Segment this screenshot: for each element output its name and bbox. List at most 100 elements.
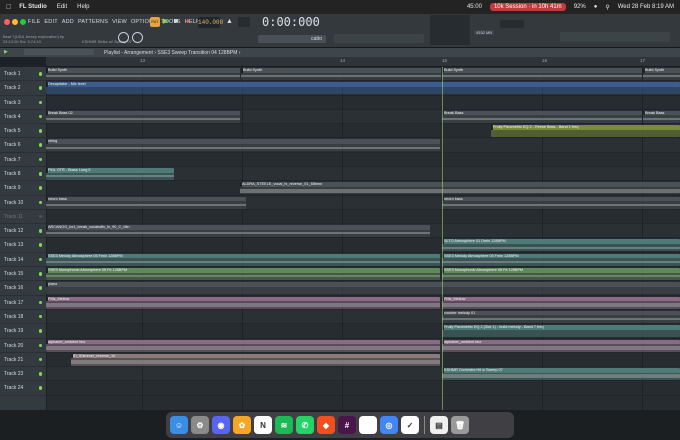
track-mute-led[interactable] — [38, 72, 42, 76]
track-mute-led[interactable] — [38, 272, 42, 276]
dock-spotify-icon[interactable]: ≋ — [275, 416, 293, 434]
timer-readout[interactable]: 45:00 — [467, 4, 482, 10]
dock-slack-icon[interactable]: # — [338, 416, 356, 434]
track-mute-led[interactable] — [38, 86, 42, 90]
playlist-clip[interactable]: alphabet_ambient blur — [46, 339, 440, 352]
track-mute-led[interactable] — [38, 214, 42, 219]
track-mute-led[interactable] — [38, 257, 42, 262]
track-header[interactable]: Track 16 — [0, 281, 46, 296]
playlist-clip[interactable]: ID_Shimmer_reverse_10 — [71, 353, 440, 366]
track-header[interactable]: Track 11 — [0, 210, 46, 225]
track-mute-led[interactable] — [38, 186, 42, 190]
playlist-clip[interactable]: FMs_Mellow — [46, 296, 440, 309]
playlist-tools-icon[interactable]: ▶ — [4, 49, 8, 55]
track-mute-led[interactable] — [38, 172, 42, 176]
track-mute-led[interactable] — [38, 286, 42, 290]
track-mute-led[interactable] — [38, 229, 42, 233]
fl-menu-view[interactable]: VIEW — [112, 19, 127, 25]
track-header[interactable]: Track 14 — [0, 253, 46, 268]
playlist-clip[interactable]: KSHMR Orchestra Hit w Sweep 07 — [442, 368, 680, 381]
track-header[interactable]: Track 10 — [0, 196, 46, 210]
track-header[interactable]: Track 24 — [0, 381, 46, 396]
playlist-clip[interactable]: PML OTR - Brass Long 5 — [46, 168, 174, 181]
playlist-clip[interactable]: Break Bass — [442, 110, 642, 123]
date-time[interactable]: Wed 28 Feb 8:19 AM — [618, 4, 674, 10]
master-volume-knob[interactable] — [132, 32, 143, 43]
track-mute-led[interactable] — [38, 314, 42, 319]
playlist-clip[interactable]: Build Synth — [241, 68, 441, 80]
playlist-clip[interactable]: counter melody 01 — [442, 310, 680, 323]
playlist-clip[interactable]: FMs_Mellow — [442, 296, 680, 309]
playlist-clip[interactable]: piano — [46, 282, 680, 295]
playlist-clip[interactable]: ARCANOG_bx1_break_vocalsdfx_fx_90_C_Min — [46, 225, 430, 238]
playlist-clip[interactable]: SSE3 Melody Atmosphere 05 Fmin 128BPM — [46, 253, 440, 266]
track-header[interactable]: Track 19 — [0, 324, 46, 339]
playlist-clip[interactable]: string — [46, 139, 440, 152]
playlist-clip[interactable]: Fruity Parametric EQ 2 (Slot 1) - build … — [442, 325, 680, 338]
track-header[interactable]: Track 4 — [0, 110, 46, 125]
track-mute-led[interactable] — [38, 300, 42, 305]
playlist-clip[interactable]: neuro bass — [46, 196, 246, 209]
track-header[interactable]: Track 3 — [0, 96, 46, 110]
track-header[interactable]: Track 21 — [0, 353, 46, 368]
record-icon[interactable]: ● — [186, 17, 194, 27]
dock-notes-icon[interactable]: ▤ — [430, 416, 448, 434]
track-header[interactable]: Track 1 — [0, 67, 46, 82]
dock-notion-icon[interactable]: N — [254, 416, 272, 434]
playlist-tool-buttons[interactable] — [24, 49, 94, 55]
tempo-display[interactable]: 140.000 — [198, 17, 223, 28]
fl-menu-edit[interactable]: EDIT — [44, 19, 57, 25]
playlist-clip[interactable]: Decapitator - Mix level — [46, 82, 680, 95]
track-header[interactable]: Track 17 — [0, 296, 46, 310]
track-header[interactable]: Track 2 — [0, 81, 46, 96]
zoom-window-button[interactable] — [20, 19, 26, 25]
playlist-clip[interactable]: SSE3 Monophonic Atmosphere 05 F# 128BPM — [442, 268, 680, 281]
fl-menu-patterns[interactable]: PATTERNS — [78, 19, 108, 25]
playlist-clip[interactable]: alphabet_ambient blur — [442, 339, 680, 352]
playlist-clip[interactable]: SSE3 Monophonic Atmosphere 05 F# 128BPM — [46, 268, 440, 281]
track-mute-led[interactable] — [38, 243, 42, 247]
track-mute-led[interactable] — [38, 129, 42, 133]
dock-fl-studio-icon[interactable]: ✿ — [233, 416, 251, 434]
window-shortcuts-toolbar[interactable] — [560, 32, 670, 42]
playlist-lanes[interactable]: Build Synth Build Synth Build Synth Build S… — [46, 67, 680, 410]
track-mute-led[interactable] — [38, 114, 42, 119]
track-mute-led[interactable] — [38, 157, 42, 162]
timeline-ruler[interactable]: 13 14 15 16 17 — [46, 57, 680, 67]
dock-figma-icon[interactable]: ◆ — [317, 416, 335, 434]
metronome-icon[interactable]: ▲ — [226, 17, 234, 27]
playlist-clip[interactable]: Break Bass — [643, 110, 680, 123]
playlist-clip[interactable]: Fruity Parametric EQ 2 - Reese Bass - Ba… — [491, 125, 680, 138]
master-pitch-knob[interactable] — [118, 32, 129, 43]
track-header[interactable]: Track 23 — [0, 367, 46, 382]
track-mute-led[interactable] — [38, 343, 42, 347]
track-mute-led[interactable] — [38, 200, 42, 205]
track-mute-led[interactable] — [38, 143, 42, 147]
track-header[interactable]: Track 15 — [0, 267, 46, 282]
track-header[interactable]: Track 5 — [0, 124, 46, 139]
close-window-button[interactable] — [4, 19, 10, 25]
dock-chrome-icon[interactable]: ◎ — [380, 416, 398, 434]
fl-menu-add[interactable]: ADD — [62, 19, 74, 25]
apple-icon[interactable]:  — [6, 4, 11, 11]
snap-toolbar[interactable] — [334, 34, 424, 43]
track-header[interactable]: Track 7 — [0, 153, 46, 168]
dock-settings-icon[interactable]: ⚙ — [191, 416, 209, 434]
fl-menu-file[interactable]: FILE — [28, 19, 40, 25]
track-mute-led[interactable] — [38, 372, 42, 376]
playlist-clip[interactable]: SLTO Atmosphere 01 Dmin 128BPM — [442, 239, 680, 252]
dock-calendar-icon[interactable] — [359, 416, 377, 434]
dock-discord-icon[interactable]: ◉ — [212, 416, 230, 434]
stop-icon[interactable]: ■ — [174, 17, 182, 27]
track-mute-led[interactable] — [38, 329, 42, 333]
dock-trash-icon[interactable]: 🗑 — [451, 416, 469, 434]
dock-whatsapp-icon[interactable]: ✆ — [296, 416, 314, 434]
playlist-clip[interactable]: neuro bass — [442, 196, 680, 209]
track-header[interactable]: Track 9 — [0, 181, 46, 196]
minimize-window-button[interactable] — [12, 19, 18, 25]
battery-readout[interactable]: 92% — [574, 4, 586, 10]
playhead[interactable] — [442, 67, 443, 410]
track-header[interactable]: Track 6 — [0, 138, 46, 153]
track-header[interactable]: Track 13 — [0, 238, 46, 253]
menu-help[interactable]: Help — [77, 4, 89, 10]
